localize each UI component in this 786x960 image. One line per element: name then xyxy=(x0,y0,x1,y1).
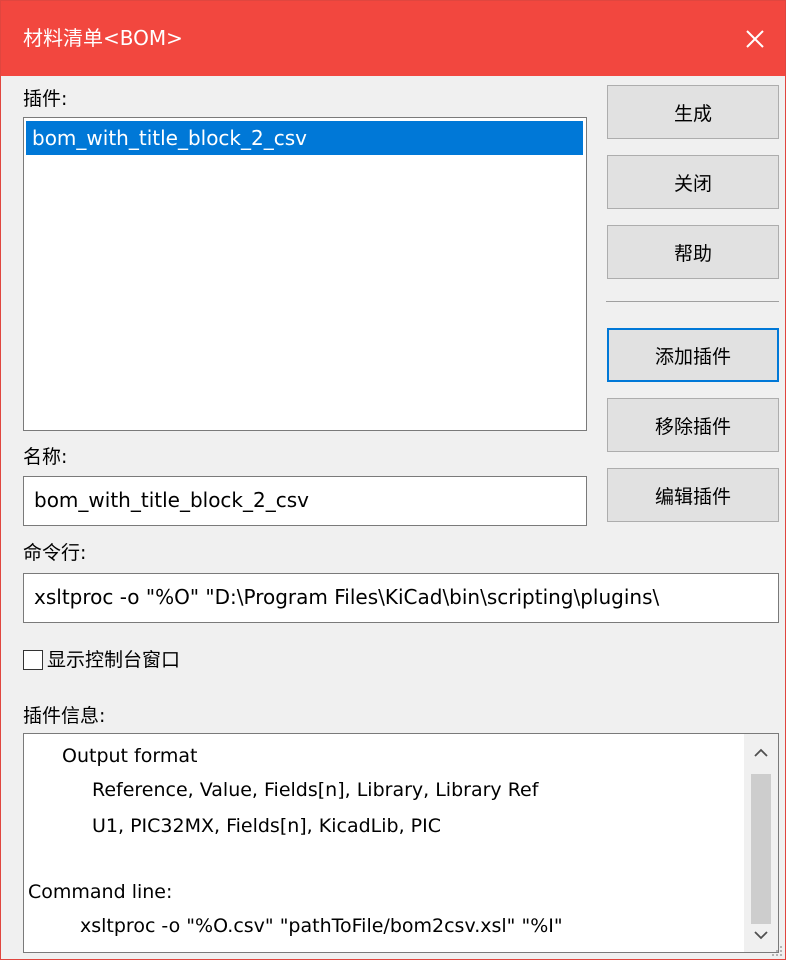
button-separator xyxy=(606,301,779,302)
name-label: 名称: xyxy=(23,446,68,468)
plugin-info-label: 插件信息: xyxy=(23,705,106,727)
info-line: Command line: xyxy=(28,881,173,903)
help-button[interactable]: 帮助 xyxy=(607,225,779,279)
show-console-option[interactable]: 显示控制台窗口 xyxy=(23,647,180,673)
remove-plugin-button[interactable]: 移除插件 xyxy=(607,398,779,452)
info-line: Output format xyxy=(62,745,198,767)
plugin-info-text[interactable]: Output format Reference, Value, Fields[n… xyxy=(23,733,779,953)
name-field[interactable]: bom_with_title_block_2_csv xyxy=(23,476,587,526)
add-plugin-button[interactable]: 添加插件 xyxy=(607,328,779,382)
edit-plugin-button[interactable]: 编辑插件 xyxy=(607,468,779,522)
plugins-label: 插件: xyxy=(23,88,68,110)
plugin-list[interactable]: bom_with_title_block_2_csv xyxy=(23,117,587,431)
window-title: 材料清单<BOM> xyxy=(23,26,183,50)
close-button[interactable]: 关闭 xyxy=(607,155,779,209)
chevron-down-icon xyxy=(754,931,768,940)
chevron-up-icon xyxy=(754,748,768,757)
info-line: xsltproc -o "%O.csv" "pathToFile/bom2csv… xyxy=(80,915,563,937)
command-line-field[interactable]: xsltproc -o "%O" "D:\Program Files\KiCad… xyxy=(23,573,779,623)
generate-button[interactable]: 生成 xyxy=(607,85,779,139)
bom-dialog: 材料清单<BOM> 插件: bom_with_title_block_2_csv… xyxy=(0,0,786,960)
info-line: Reference, Value, Fields[n], Library, Li… xyxy=(92,779,539,801)
resize-grip-icon[interactable] xyxy=(771,945,783,957)
info-line: U1, PIC32MX, Fields[n], KicadLib, PIC xyxy=(92,815,441,837)
command-line-label: 命令行: xyxy=(23,542,87,564)
close-icon xyxy=(746,29,764,48)
plugin-list-item[interactable]: bom_with_title_block_2_csv xyxy=(26,121,583,155)
scroll-up-button[interactable] xyxy=(744,738,778,768)
show-console-checkbox[interactable] xyxy=(23,650,43,670)
show-console-label: 显示控制台窗口 xyxy=(47,649,181,671)
info-scrollbar[interactable] xyxy=(744,734,778,952)
scroll-thumb[interactable] xyxy=(751,774,771,924)
title-bar: 材料清单<BOM> xyxy=(1,1,785,76)
close-window-button[interactable] xyxy=(725,1,785,76)
